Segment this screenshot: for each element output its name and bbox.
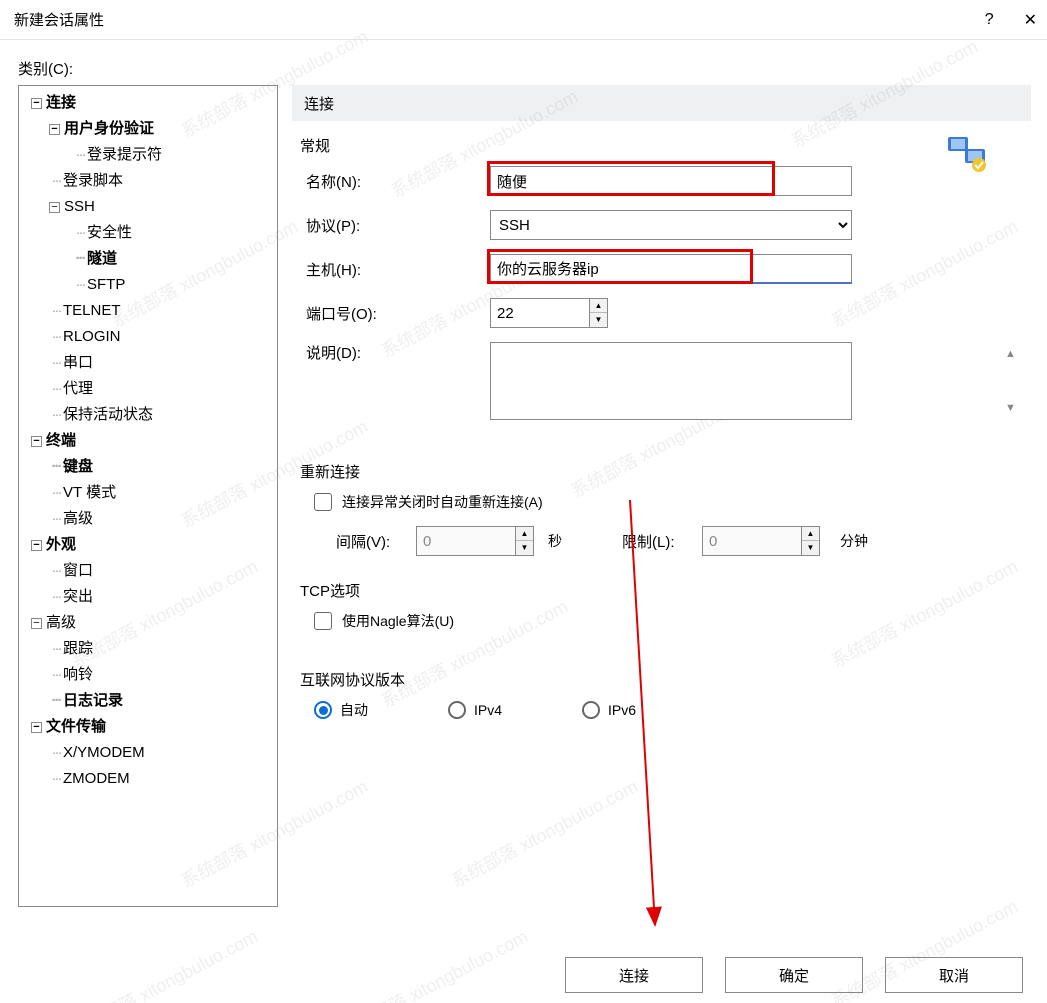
tree-log[interactable]: ···日志记录 — [23, 688, 277, 714]
desc-label: 说明(D): — [300, 342, 490, 363]
interval-label: 间隔(V): — [336, 531, 406, 552]
scroll-up-icon: ▲ — [1005, 348, 1019, 360]
tree-appearance[interactable]: −外观 — [23, 532, 277, 558]
interval-spin-down[interactable]: ▼ — [516, 541, 533, 555]
tree-sftp[interactable]: ···SFTP — [23, 272, 277, 298]
tree-rlogin[interactable]: ···RLOGIN — [23, 324, 277, 350]
port-spin-up[interactable]: ▲ — [590, 299, 607, 313]
interval-input[interactable] — [416, 526, 516, 556]
tree-tunnel[interactable]: ···隧道 — [23, 246, 277, 272]
connect-button[interactable]: 连接 — [565, 957, 703, 993]
limit-spin-up[interactable]: ▲ — [802, 527, 819, 541]
nagle-label: 使用Nagle算法(U) — [342, 611, 454, 631]
tree-terminal[interactable]: −终端 — [23, 428, 277, 454]
tree-serial[interactable]: ···串口 — [23, 350, 277, 376]
ok-button[interactable]: 确定 — [725, 957, 863, 993]
tree-connection[interactable]: −连接 — [23, 90, 277, 116]
tree-user-auth[interactable]: −用户身份验证 — [23, 116, 277, 142]
general-title: 常规 — [300, 135, 1023, 156]
tree-zmodem[interactable]: ···ZMODEM — [23, 766, 277, 792]
auto-reconnect-label: 连接异常关闭时自动重新连接(A) — [342, 492, 543, 512]
tree-vt-mode[interactable]: ···VT 模式 — [23, 480, 277, 506]
close-icon[interactable]: ✕ — [1024, 10, 1037, 30]
window-title: 新建会话属性 — [14, 9, 104, 30]
tree-telnet[interactable]: ···TELNET — [23, 298, 277, 324]
tree-proxy[interactable]: ···代理 — [23, 376, 277, 402]
tree-keep-alive[interactable]: ···保持活动状态 — [23, 402, 277, 428]
tree-highlight[interactable]: ···突出 — [23, 584, 277, 610]
titlebar: 新建会话属性 ? ✕ — [0, 0, 1047, 40]
tree-window[interactable]: ···窗口 — [23, 558, 277, 584]
ip-title: 互联网协议版本 — [300, 669, 1023, 690]
interval-spin-up[interactable]: ▲ — [516, 527, 533, 541]
tree-login-script[interactable]: ···登录脚本 — [23, 168, 277, 194]
port-spin-down[interactable]: ▼ — [590, 313, 607, 327]
port-label: 端口号(O): — [300, 303, 490, 324]
tree-file-transfer[interactable]: −文件传输 — [23, 714, 277, 740]
interval-unit: 秒 — [548, 531, 562, 551]
limit-spin-down[interactable]: ▼ — [802, 541, 819, 555]
tree-bell[interactable]: ···响铃 — [23, 662, 277, 688]
category-label: 类别(C): — [18, 58, 1031, 79]
limit-input[interactable] — [702, 526, 802, 556]
protocol-select[interactable]: SSH — [490, 210, 852, 240]
auto-reconnect-checkbox[interactable] — [314, 493, 332, 511]
radio-auto[interactable]: 自动 — [314, 700, 368, 720]
scroll-down-icon: ▼ — [1005, 402, 1019, 414]
tree-ssh[interactable]: −SSH — [23, 194, 277, 220]
protocol-label: 协议(P): — [300, 215, 490, 236]
name-label: 名称(N): — [300, 171, 490, 192]
radio-ipv4[interactable]: IPv4 — [448, 701, 502, 719]
tcp-title: TCP选项 — [300, 580, 1023, 601]
host-label: 主机(H): — [300, 259, 490, 280]
limit-label: 限制(L): — [622, 531, 692, 552]
radio-ipv6[interactable]: IPv6 — [582, 701, 636, 719]
tree-advanced-term[interactable]: ···高级 — [23, 506, 277, 532]
tree-xymodem[interactable]: ···X/YMODEM — [23, 740, 277, 766]
tree-keyboard[interactable]: ···键盘 — [23, 454, 277, 480]
tree-advanced[interactable]: −高级 — [23, 610, 277, 636]
help-icon[interactable]: ? — [985, 11, 994, 29]
desc-textarea[interactable] — [490, 342, 852, 420]
limit-unit: 分钟 — [840, 531, 868, 551]
tree-security[interactable]: ···安全性 — [23, 220, 277, 246]
tree-tracking[interactable]: ···跟踪 — [23, 636, 277, 662]
host-input[interactable] — [490, 254, 852, 284]
reconnect-title: 重新连接 — [300, 461, 1023, 482]
cancel-button[interactable]: 取消 — [885, 957, 1023, 993]
port-input[interactable] — [490, 298, 590, 328]
name-input[interactable] — [490, 166, 852, 196]
category-tree[interactable]: −连接 −用户身份验证 ···登录提示符 ···登录脚本 −SSH ···安全性… — [18, 85, 278, 907]
tree-login-prompt[interactable]: ···登录提示符 — [23, 142, 277, 168]
nagle-checkbox[interactable] — [314, 612, 332, 630]
section-header: 连接 — [292, 85, 1031, 121]
